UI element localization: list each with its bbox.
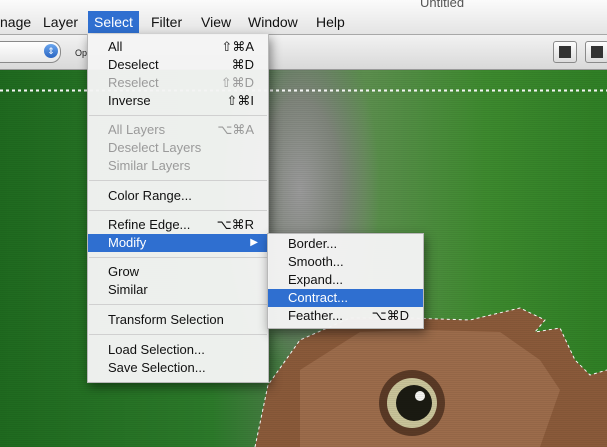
menu-separator [89, 257, 267, 258]
menu-bar: Untitled nage Layer Select Filter View W… [0, 0, 607, 35]
menu-item-feather[interactable]: Feather... ⌥⌘D [268, 307, 423, 325]
menu-separator [89, 334, 267, 335]
menu-item-modify[interactable]: Modify ▶ [88, 234, 268, 252]
menu-item-deselect-layers: Deselect Layers [108, 140, 202, 155]
menu-item-load-selection[interactable]: Load Selection... [88, 341, 268, 359]
menu-filter[interactable]: Filter [145, 11, 188, 33]
shortcut-label: ⇧⌘A [221, 39, 254, 54]
shortcut-label: ⇧⌘I [226, 93, 254, 108]
menu-item-transform-selection[interactable]: Transform Selection [88, 311, 268, 329]
menu-separator [89, 180, 267, 181]
shortcut-label: ⌥⌘A [217, 122, 254, 137]
palette-icon [559, 46, 571, 58]
menu-help[interactable]: Help [310, 11, 351, 33]
shortcut-label: ⇧⌘D [220, 75, 254, 90]
chevron-updown-icon: ⇕ [44, 44, 58, 58]
menu-window[interactable]: Window [242, 11, 304, 33]
menu-item-smooth[interactable]: Smooth... [268, 253, 423, 271]
menu-item-grow[interactable]: Grow [88, 263, 268, 281]
menu-item-similar[interactable]: Similar [88, 281, 268, 299]
submenu-arrow-icon: ▶ [250, 237, 258, 248]
menu-item-similar-layers: Similar Layers [108, 158, 191, 173]
menu-separator [89, 304, 267, 305]
menu-image[interactable]: nage [0, 11, 37, 33]
menu-item-contract[interactable]: Contract... [268, 289, 423, 307]
menu-item-all-layers: All Layers ⌥⌘A [108, 122, 254, 137]
menu-layer[interactable]: Layer [37, 11, 84, 33]
menu-item-save-selection[interactable]: Save Selection... [88, 359, 268, 377]
modify-submenu: Border... Smooth... Expand... Contract..… [267, 233, 424, 329]
menu-item-border[interactable]: Border... [268, 235, 423, 253]
menu-item-expand[interactable]: Expand... [268, 271, 423, 289]
menu-item-deselect[interactable]: Deselect ⌘D [88, 56, 268, 74]
menu-select[interactable]: Select [88, 11, 139, 33]
menu-item-all[interactable]: All ⇧⌘A [88, 38, 268, 56]
menu-item-reselect: Reselect ⇧⌘D [108, 75, 254, 90]
tool-preset-select[interactable]: ⇕ [0, 41, 61, 63]
window-title: Untitled [420, 0, 465, 10]
palette-well-button[interactable] [553, 41, 577, 63]
workspace-button[interactable] [585, 41, 607, 63]
shortcut-label: ⌘D [231, 57, 254, 72]
select-menu: All ⇧⌘A Deselect ⌘D Reselect ⇧⌘D Inverse… [87, 34, 269, 383]
menu-separator [89, 210, 267, 211]
menu-item-color-range[interactable]: Color Range... [88, 187, 268, 205]
shortcut-label: ⌥⌘R [216, 217, 254, 232]
menu-item-inverse[interactable]: Inverse ⇧⌘I [88, 92, 268, 110]
menu-item-refine-edge[interactable]: Refine Edge... ⌥⌘R [88, 216, 268, 234]
menu-view[interactable]: View [195, 11, 237, 33]
shortcut-label: ⌥⌘D [371, 308, 409, 323]
options-label: Op [75, 48, 88, 58]
menu-separator [89, 115, 267, 116]
workspace-icon [591, 46, 603, 58]
